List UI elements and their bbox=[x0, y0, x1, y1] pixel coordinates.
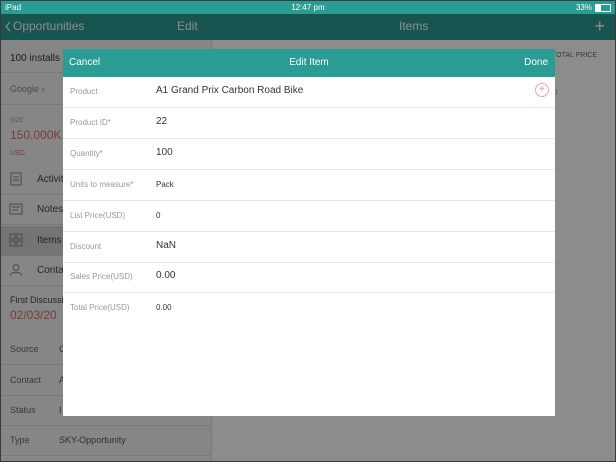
product-id-field[interactable]: Product ID* 22 bbox=[63, 108, 555, 139]
add-product-icon[interactable]: + bbox=[535, 83, 549, 97]
ipad-screen: iPad 12:47 pm 33% Opportunities Edit Ite… bbox=[0, 0, 616, 462]
sales-price-input[interactable]: 0.00 bbox=[156, 270, 175, 281]
done-button[interactable]: Done bbox=[524, 57, 548, 68]
field-label: Discount bbox=[70, 242, 102, 251]
dialog-header: Cancel Edit Item Done bbox=[63, 49, 555, 77]
total-price-output: 0.00 bbox=[156, 303, 172, 312]
field-label: Units to measure* bbox=[70, 180, 134, 189]
sales-price-field[interactable]: Sales Price(USD) 0.00 bbox=[63, 262, 555, 293]
dialog-title: Edit Item bbox=[289, 57, 329, 68]
quantity-field[interactable]: Quantity* 100 bbox=[63, 139, 555, 170]
status-bar: iPad 12:47 pm 33% bbox=[1, 1, 615, 14]
units-select[interactable]: Pack bbox=[156, 180, 174, 189]
field-label: Product ID* bbox=[70, 118, 111, 127]
total-price-field: Total Price(USD) 0.00 bbox=[63, 293, 555, 323]
list-price-field[interactable]: List Price(USD) 0 bbox=[63, 201, 555, 232]
battery-percent: 33% bbox=[575, 3, 592, 12]
field-label: Total Price(USD) bbox=[70, 303, 130, 312]
list-price-input[interactable]: 0 bbox=[156, 211, 160, 220]
quantity-input[interactable]: 100 bbox=[156, 147, 173, 158]
discount-input[interactable]: NaN bbox=[156, 240, 176, 251]
clock: 12:47 pm bbox=[291, 3, 325, 12]
field-label: List Price(USD) bbox=[70, 211, 126, 220]
discount-field[interactable]: Discount NaN bbox=[63, 232, 555, 263]
edit-item-dialog: Cancel Edit Item Done Product A1 Grand P… bbox=[63, 49, 555, 416]
product-field[interactable]: Product A1 Grand Prix Carbon Road Bike + bbox=[63, 77, 555, 108]
battery-icon bbox=[595, 3, 611, 12]
units-field[interactable]: Units to measure* Pack bbox=[63, 170, 555, 201]
product-input[interactable]: A1 Grand Prix Carbon Road Bike bbox=[156, 85, 303, 96]
product-id-input[interactable]: 22 bbox=[156, 116, 167, 127]
field-label: Quantity* bbox=[70, 149, 103, 158]
field-label: Sales Price(USD) bbox=[70, 272, 133, 281]
battery-indicator: 33% bbox=[576, 1, 611, 14]
field-label: Product bbox=[70, 87, 98, 96]
